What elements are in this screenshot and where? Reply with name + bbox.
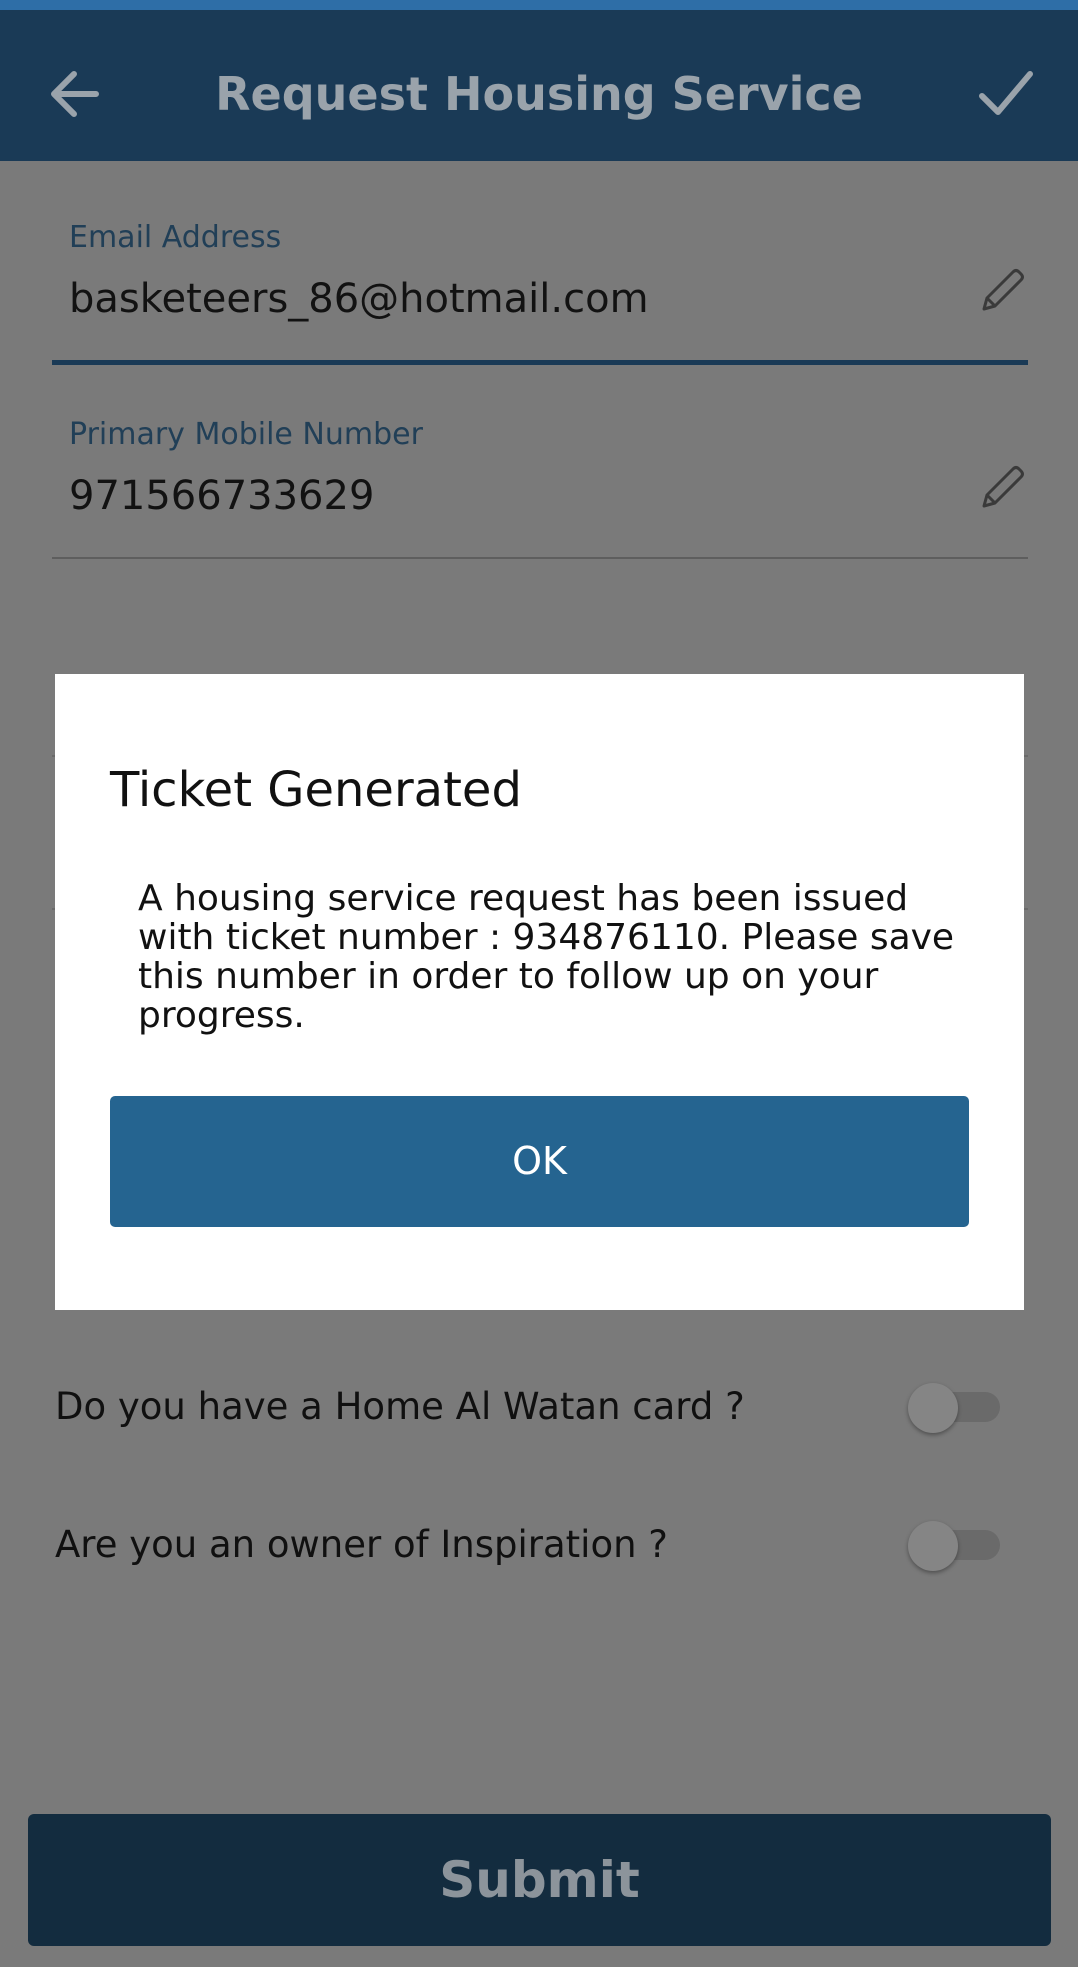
inspiration-owner-switch[interactable] [908,1521,1004,1571]
email-underline [52,360,1028,365]
inspiration-owner-toggle-row: Are you an owner of Inspiration ? [55,1515,1005,1575]
home-al-watan-question: Do you have a Home Al Watan card ? [55,1385,745,1428]
email-field[interactable]: Email Address basketeers_86@hotmail.com [52,210,1028,370]
mobile-underline [52,557,1028,559]
ticket-dialog: Ticket Generated A housing service reque… [55,674,1024,1310]
app-bar: Request Housing Service [0,10,1078,161]
top-accent-strip [0,0,1078,10]
switch-knob [908,1383,958,1433]
switch-knob [908,1521,958,1571]
page-title: Request Housing Service [215,67,863,121]
arrow-left-icon[interactable] [46,62,106,126]
email-value[interactable]: basketeers_86@hotmail.com [69,276,649,322]
checkmark-icon[interactable] [976,66,1036,122]
email-label: Email Address [69,220,282,255]
dialog-title: Ticket Generated [110,762,522,818]
pencil-icon[interactable] [976,462,1028,514]
ok-button[interactable]: OK [110,1096,969,1227]
mobile-field[interactable]: Primary Mobile Number 971566733629 [52,407,1028,567]
mobile-label: Primary Mobile Number [69,417,423,452]
dialog-message: A housing service request has been issue… [138,878,955,1036]
submit-button[interactable]: Submit [28,1814,1051,1946]
pencil-icon[interactable] [976,265,1028,317]
mobile-value[interactable]: 971566733629 [69,473,374,519]
home-al-watan-switch[interactable] [908,1383,1004,1433]
home-al-watan-toggle-row: Do you have a Home Al Watan card ? [55,1377,1005,1437]
inspiration-owner-question: Are you an owner of Inspiration ? [55,1523,668,1566]
